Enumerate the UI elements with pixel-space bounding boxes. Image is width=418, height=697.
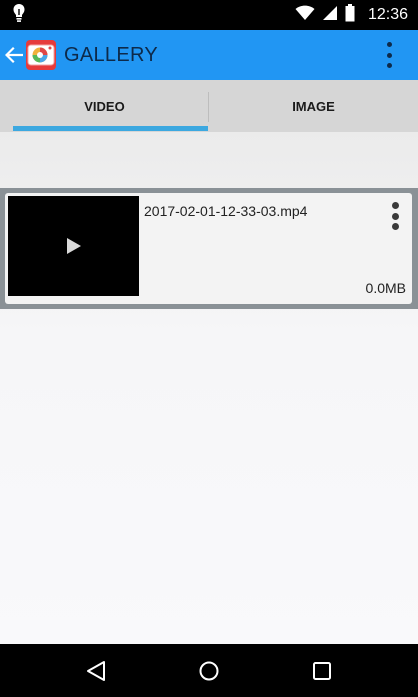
list-item[interactable]: 2017-02-01-12-33-03.mp4 0.0MB [0,188,418,309]
tab-indicator [13,126,208,131]
lightbulb-icon [12,3,26,28]
recents-icon[interactable] [302,651,342,691]
wifi-icon [295,5,315,26]
app-bar: GALLERY [0,30,418,80]
tab-bar: VIDEO IMAGE [0,80,418,132]
tab-video[interactable]: VIDEO [0,80,209,132]
back-icon[interactable] [76,651,116,691]
more-options-icon[interactable] [390,202,400,230]
video-file-size: 0.0MB [365,280,406,296]
status-time: 12:36 [367,6,408,23]
tab-video-label: VIDEO [84,98,125,114]
video-thumbnail[interactable] [8,196,139,296]
tab-image[interactable]: IMAGE [209,80,418,132]
video-card[interactable]: 2017-02-01-12-33-03.mp4 0.0MB [5,193,412,304]
play-icon[interactable] [66,238,81,254]
tab-image-label: IMAGE [292,98,335,114]
video-file-name: 2017-02-01-12-33-03.mp4 [144,203,308,219]
video-list[interactable]: 2017-02-01-12-33-03.mp4 0.0MB [0,132,418,644]
home-icon[interactable] [189,651,229,691]
tab-divider [208,92,209,122]
back-arrow-icon[interactable] [4,45,24,65]
app-logo-icon[interactable] [26,40,56,70]
battery-icon [345,3,355,27]
app-title: GALLERY [64,43,159,66]
signal-icon [322,5,338,26]
status-bar: 12:36 [0,0,418,30]
overflow-menu-icon[interactable] [384,42,394,68]
navigation-bar [0,644,418,697]
